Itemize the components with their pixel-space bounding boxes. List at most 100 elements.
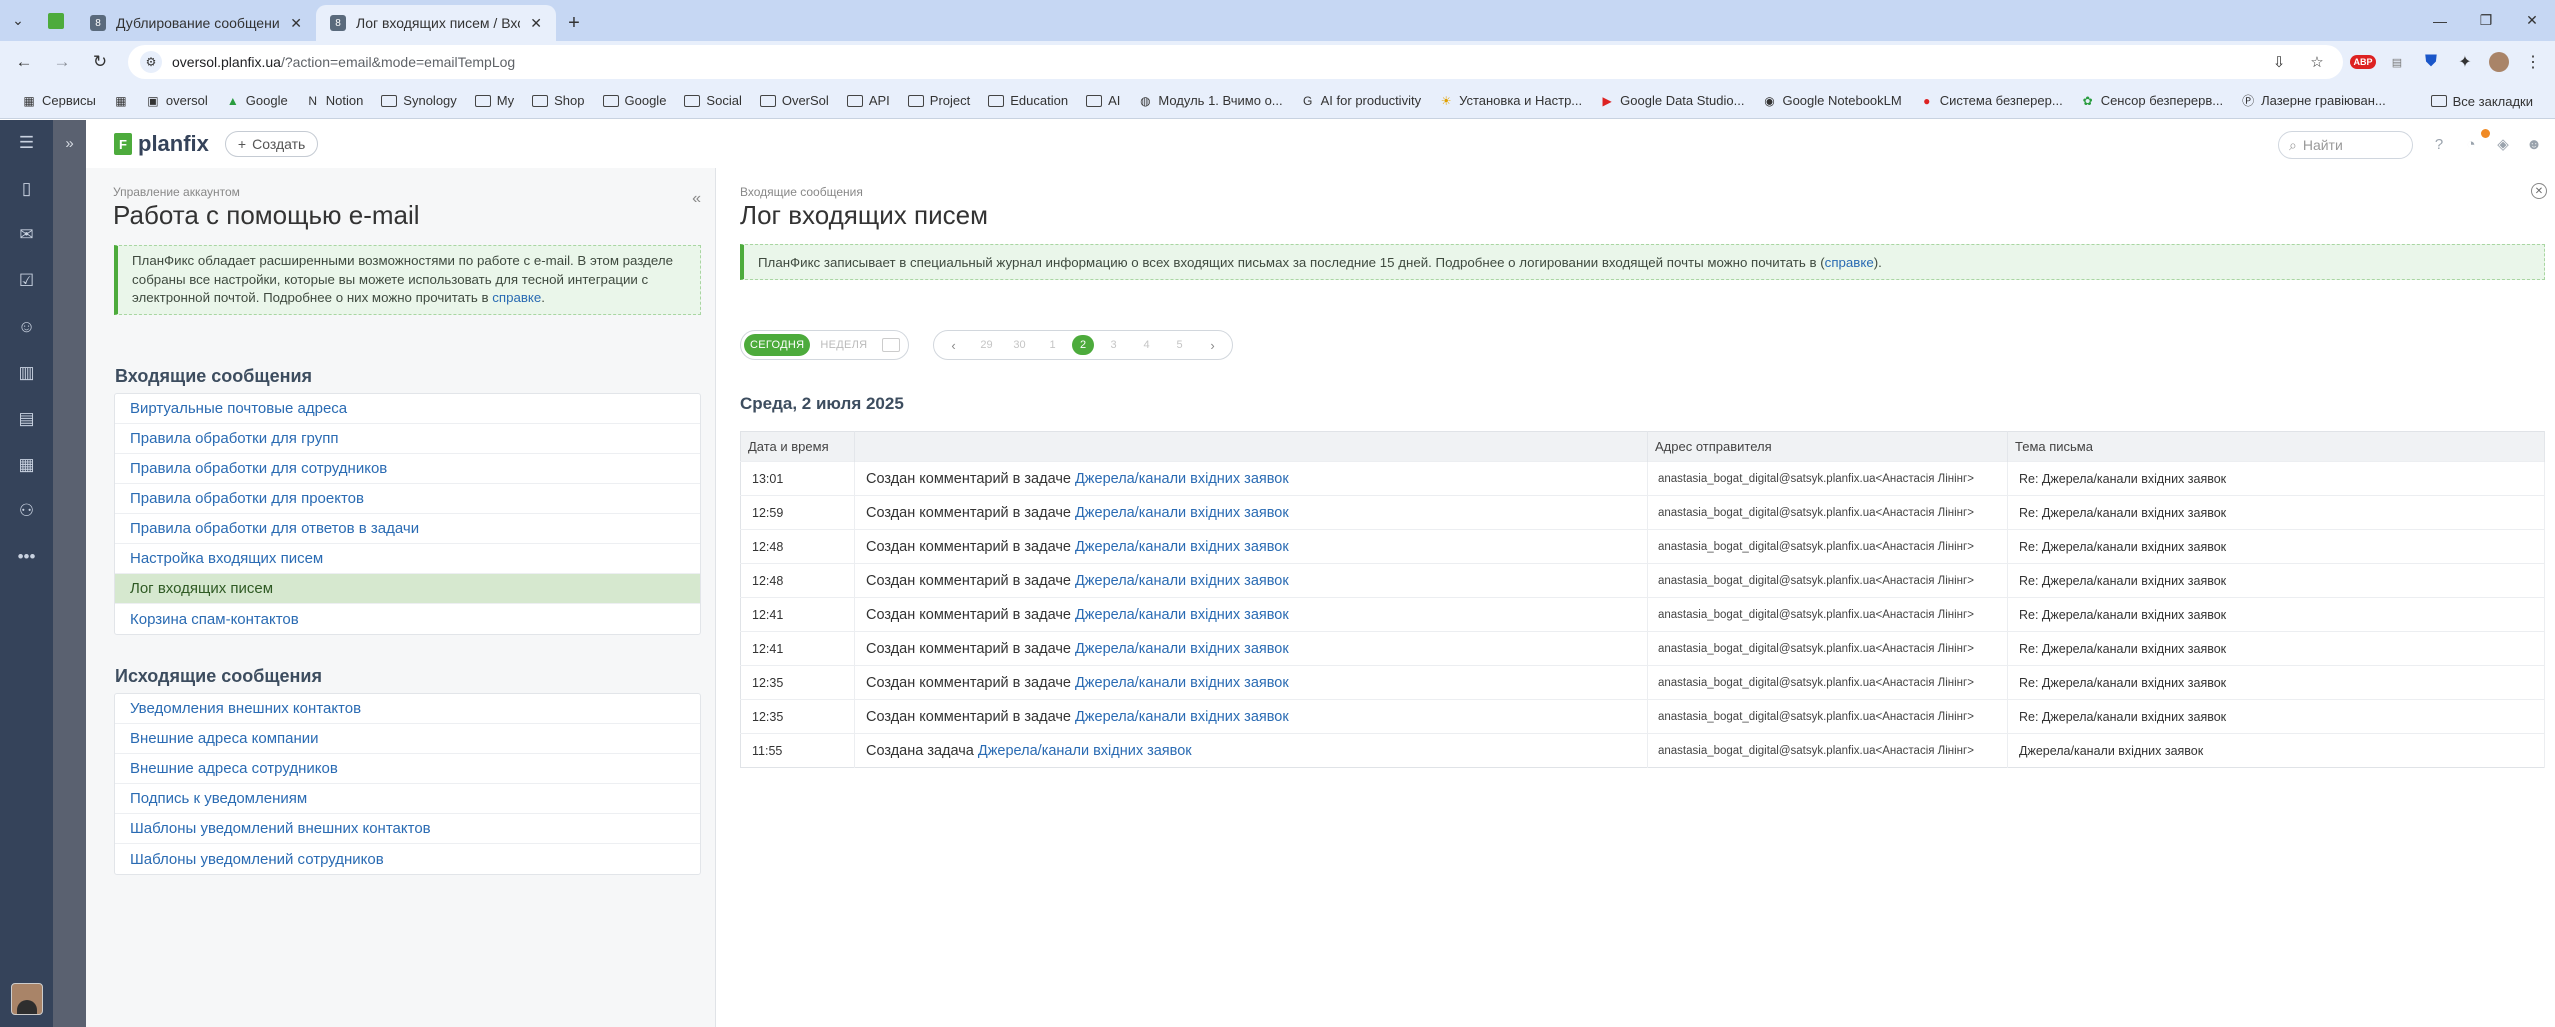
profile-avatar-icon[interactable] (2485, 48, 2513, 76)
browser-tab-1[interactable]: 8 Дублирование сообщений / П ✕ (76, 5, 316, 41)
bookmark-item[interactable]: G AI for productivity (1293, 87, 1429, 115)
settings-menu-item[interactable]: Настройка входящих писем (115, 544, 700, 574)
hamburger-menu-icon[interactable]: ☰ (0, 120, 53, 166)
global-search-input[interactable]: ⌕ Найти (2278, 131, 2413, 159)
minimize-icon[interactable]: — (2417, 0, 2463, 41)
settings-menu-item[interactable]: Уведомления внешних контактов (115, 694, 700, 724)
bookmark-item[interactable]: Project (900, 87, 978, 115)
pinned-tab[interactable] (36, 0, 76, 41)
user-avatar[interactable] (11, 983, 43, 1015)
bookmark-item[interactable]: Google (595, 87, 675, 115)
task-link[interactable]: Джерела/канали вхідних заявок (1075, 573, 1289, 589)
bookmark-star-icon[interactable]: ☆ (2303, 48, 2331, 76)
settings-menu-item[interactable]: Внешние адреса сотрудников (115, 754, 700, 784)
settings-menu-item[interactable]: Правила обработки для групп (115, 424, 700, 454)
pager-day[interactable]: 30 (1006, 335, 1033, 355)
bookmark-item[interactable]: ▶ Google Data Studio... (1592, 87, 1752, 115)
bookmark-item[interactable]: My (467, 87, 522, 115)
tab-search-chevron-icon[interactable]: ⌄ (0, 0, 36, 41)
settings-menu-item[interactable]: Правила обработки для сотрудников (115, 454, 700, 484)
settings-menu-item[interactable]: Правила обработки для проектов (115, 484, 700, 514)
settings-menu-item[interactable]: Подпись к уведомлениям (115, 784, 700, 814)
inbox-icon[interactable]: ✉ (0, 212, 53, 258)
task-link[interactable]: Джерела/канали вхідних заявок (1075, 709, 1289, 725)
close-window-icon[interactable]: ✕ (2509, 0, 2555, 41)
notes-icon[interactable]: ▦ (0, 442, 53, 488)
task-link[interactable]: Джерела/канали вхідних заявок (1075, 471, 1289, 487)
bookmark-item[interactable]: Social (676, 87, 749, 115)
back-arrow-icon[interactable]: ← (8, 46, 40, 78)
shield-extension-icon[interactable]: ⛊ (2417, 48, 2445, 76)
new-tab-plus-icon[interactable]: + (556, 5, 592, 41)
browser-tab-2[interactable]: 8 Лог входящих писем / Входящ ✕ (316, 5, 556, 41)
task-link[interactable]: Джерела/канали вхідних заявок (1075, 675, 1289, 691)
bookmark-item[interactable]: ◉ Google NotebookLM (1754, 87, 1909, 115)
employees-icon[interactable]: ⚇ (0, 488, 53, 534)
settings-menu-item[interactable]: Правила обработки для ответов в задачи (115, 514, 700, 544)
forward-arrow-icon[interactable]: → (46, 46, 78, 78)
settings-menu-item[interactable]: Корзина спам-контактов (115, 604, 700, 634)
settings-menu-item[interactable]: Лог входящих писем (115, 574, 700, 604)
calendar-icon[interactable] (882, 338, 901, 352)
period-today-button[interactable]: СЕГОДНЯ (744, 334, 811, 356)
browser-menu-icon[interactable]: ⋮ (2519, 48, 2547, 76)
task-link[interactable]: Джерела/канали вхідних заявок (1075, 641, 1289, 657)
tab-close-icon[interactable]: ✕ (530, 15, 542, 32)
task-link[interactable]: Джерела/канали вхідних заявок (1075, 607, 1289, 623)
pager-day[interactable]: 3 (1100, 335, 1127, 355)
reload-icon[interactable]: ↻ (84, 46, 116, 78)
bookmark-item[interactable]: ● Система безперер... (1912, 87, 2071, 115)
bookmark-item[interactable]: Shop (524, 87, 592, 115)
bookmark-item[interactable]: Ⓟ Лазерне гравіюван... (2233, 87, 2394, 115)
tab-close-icon[interactable]: ✕ (290, 15, 302, 32)
tasks-icon[interactable]: ▯ (0, 166, 53, 212)
all-bookmarks-button[interactable]: Все закладки (2423, 87, 2541, 115)
bookmark-item[interactable]: Education (980, 87, 1076, 115)
bookmark-item[interactable]: Synology (373, 87, 464, 115)
pager-day[interactable]: 2 (1072, 335, 1094, 355)
settings-menu-item[interactable]: Шаблоны уведомлений внешних контактов (115, 814, 700, 844)
collapse-panel-icon[interactable]: « (692, 190, 701, 208)
help-icon[interactable]: ? (2428, 133, 2450, 155)
layers-icon[interactable]: ◈ (2492, 133, 2514, 155)
bookmark-item[interactable]: ▣ oversol (138, 87, 216, 115)
create-button[interactable]: + Создать (224, 131, 319, 157)
next-day-icon[interactable]: › (1199, 335, 1226, 355)
site-info-icon[interactable]: ⚙ (140, 51, 162, 73)
contacts-icon[interactable]: ☺ (0, 304, 53, 350)
pager-day[interactable]: 29 (973, 335, 1000, 355)
task-link[interactable]: Джерела/канали вхідних заявок (1075, 505, 1289, 521)
bookmark-item[interactable]: ◍ Модуль 1. Вчимо о... (1130, 87, 1290, 115)
bookmark-item[interactable]: ▲ Google (218, 87, 296, 115)
notifications-icon[interactable]: ◔ (2460, 133, 2482, 155)
checklist-icon[interactable]: ☑ (0, 258, 53, 304)
log-help-link[interactable]: справке (1825, 255, 1874, 270)
pager-day[interactable]: 1 (1039, 335, 1066, 355)
address-bar[interactable]: ⚙ oversol.planfix.ua/?action=email&mode=… (128, 45, 2343, 79)
task-link[interactable]: Джерела/канали вхідних заявок (978, 743, 1192, 759)
close-page-icon[interactable]: ✕ (2531, 183, 2547, 199)
pager-day[interactable]: 4 (1133, 335, 1160, 355)
settings-menu-item[interactable]: Виртуальные почтовые адреса (115, 394, 700, 424)
period-week-button[interactable]: НЕДЕЛЯ (814, 334, 873, 356)
more-dots-icon[interactable]: ••• (0, 534, 53, 580)
adblock-extension-icon[interactable]: ABP (2349, 48, 2377, 76)
extensions-puzzle-icon[interactable]: ✦ (2451, 48, 2479, 76)
bookmark-item[interactable]: ▦ (106, 87, 136, 115)
documents-icon[interactable]: ▤ (0, 396, 53, 442)
install-app-icon[interactable]: ⇩ (2265, 48, 2293, 76)
bookmark-item[interactable]: N Notion (298, 87, 372, 115)
extension-icon[interactable]: ▤ (2383, 48, 2411, 76)
bookmark-item[interactable]: API (839, 87, 898, 115)
restore-icon[interactable]: ❐ (2463, 0, 2509, 41)
expand-panels-icon[interactable]: » (53, 120, 86, 166)
bookmark-item[interactable]: OverSol (752, 87, 837, 115)
bookmark-item[interactable]: ▦ Сервисы (14, 87, 104, 115)
help-link[interactable]: справке (492, 290, 541, 305)
user-menu-icon[interactable]: ☻ (2523, 133, 2545, 155)
bookmark-item[interactable]: AI (1078, 87, 1128, 115)
prev-day-icon[interactable]: ‹ (940, 335, 967, 355)
bookmark-item[interactable]: ✿ Сенсор безперерв... (2073, 87, 2231, 115)
bookmark-item[interactable]: ☀ Установка и Настр... (1431, 87, 1590, 115)
planfix-logo[interactable]: F planfix (114, 131, 209, 157)
